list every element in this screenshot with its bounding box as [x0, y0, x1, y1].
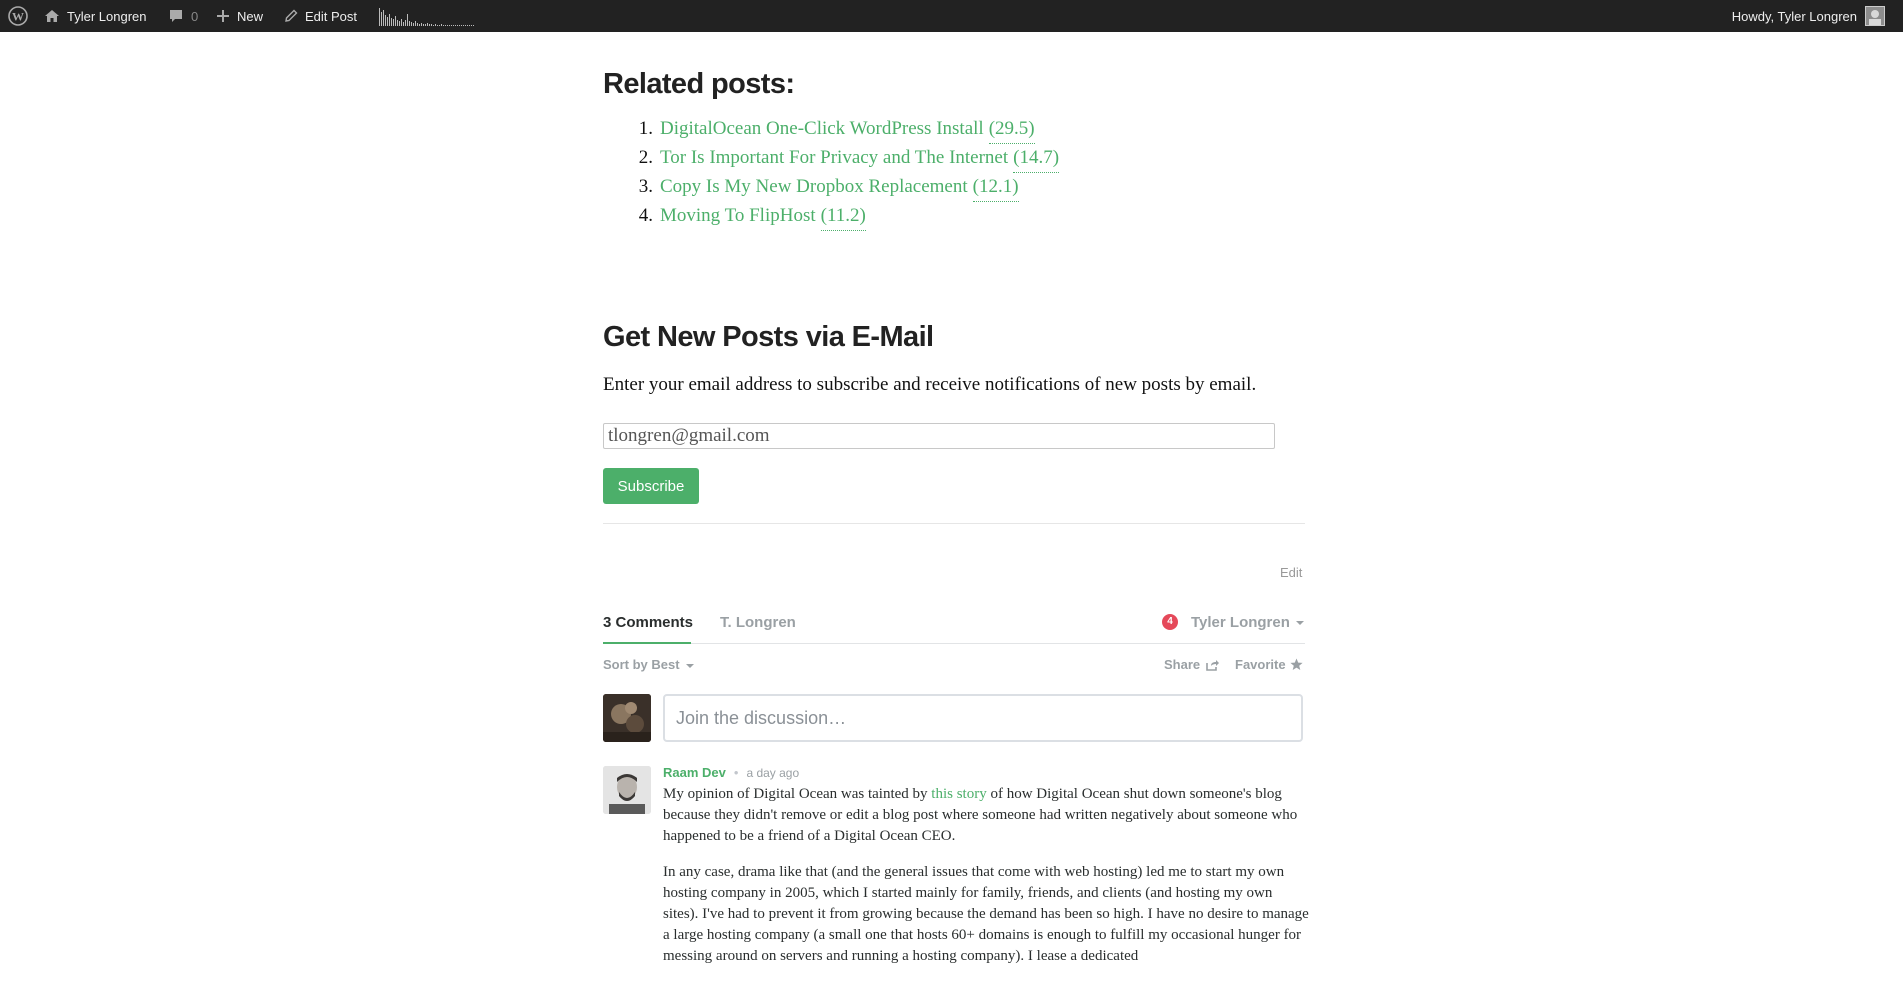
share-button[interactable]: Share — [1164, 657, 1220, 672]
new-label: New — [237, 8, 264, 24]
admin-avatar[interactable] — [1865, 6, 1885, 26]
related-score[interactable]: (14.7) — [1013, 144, 1060, 173]
story-link[interactable]: this story — [931, 786, 986, 802]
tab-comments[interactable]: 3 Comments — [603, 614, 693, 631]
tabs-divider — [603, 643, 1305, 644]
list-item: 2. Tor Is Important For Privacy and The … — [603, 144, 1305, 173]
comment-author-avatar[interactable] — [603, 766, 651, 814]
my-account-link[interactable]: Howdy, Tyler Longren — [1732, 0, 1857, 32]
related-score[interactable]: (11.2) — [820, 202, 866, 231]
comment-count: 0 — [191, 8, 199, 24]
comment-paragraph: In any case, drama like that (and the ge… — [663, 864, 1309, 964]
star-icon — [1289, 658, 1303, 670]
stats-sparkline-icon[interactable] — [379, 6, 475, 26]
comment-body: My opinion of Digital Ocean was tainted … — [663, 784, 1309, 982]
related-score[interactable]: (29.5) — [988, 115, 1035, 144]
chevron-down-icon — [1295, 621, 1304, 626]
related-score[interactable]: (12.1) — [972, 173, 1019, 202]
admin-bar: W Tyler Longren 0 New Edit Post Howdy, T… — [0, 0, 1903, 32]
subscribe-heading: Get New Posts via E-Mail — [603, 321, 934, 353]
list-item: 3. Copy Is My New Dropbox Replacement (1… — [603, 173, 1305, 202]
favorite-label: Favorite — [1235, 657, 1286, 672]
user-menu[interactable]: Tyler Longren — [1191, 614, 1304, 631]
related-posts-list: 1. DigitalOcean One-Click WordPress Inst… — [603, 115, 1305, 231]
home-icon — [45, 10, 59, 22]
subscribe-intro: Enter your email address to subscribe an… — [603, 374, 1257, 395]
howdy-text: Howdy, Tyler Longren — [1731, 8, 1857, 24]
site-name: Tyler Longren — [67, 8, 147, 24]
subscribe-button[interactable]: Subscribe — [603, 468, 699, 504]
comment-input[interactable]: Join the discussion… — [663, 694, 1303, 742]
plus-icon — [217, 10, 229, 22]
notification-badge[interactable]: 4 — [1162, 614, 1178, 630]
comment-paragraph: My opinion of Digital Ocean was tainted … — [663, 786, 1298, 844]
chevron-down-icon — [685, 663, 694, 668]
pencil-icon — [285, 9, 298, 22]
wordpress-logo-icon[interactable]: W — [8, 0, 28, 32]
related-post-link[interactable]: Copy Is My New Dropbox Replacement — [660, 173, 968, 202]
comment-author[interactable]: Raam Dev — [663, 765, 726, 780]
tab-community[interactable]: T. Longren — [720, 614, 796, 631]
edit-post-label: Edit Post — [305, 8, 358, 24]
avatar[interactable] — [603, 694, 651, 742]
related-posts-heading: Related posts: — [603, 68, 795, 100]
active-tab-indicator — [603, 642, 691, 644]
new-content-link[interactable]: New — [216, 0, 263, 32]
comment-meta: Raam Dev • a day ago — [663, 765, 799, 780]
meta-separator: • — [733, 765, 739, 780]
favorite-button[interactable]: Favorite — [1235, 657, 1303, 672]
sort-dropdown[interactable]: Sort by Best — [603, 657, 694, 672]
share-icon — [1206, 659, 1220, 671]
comments-link[interactable]: 0 — [168, 0, 198, 32]
comment-time[interactable]: a day ago — [746, 766, 799, 780]
divider — [603, 523, 1305, 524]
svg-text:W: W — [12, 10, 24, 24]
list-item: 1. DigitalOcean One-Click WordPress Inst… — [603, 115, 1305, 144]
list-item: 4. Moving To FlipHost (11.2) — [603, 202, 1305, 231]
related-post-link[interactable]: DigitalOcean One-Click WordPress Install — [660, 115, 984, 144]
site-name-link[interactable]: Tyler Longren — [44, 0, 147, 32]
share-label: Share — [1164, 657, 1201, 672]
edit-post-link[interactable]: Edit Post — [284, 0, 357, 32]
sort-label: Sort by Best — [603, 657, 680, 672]
related-post-link[interactable]: Moving To FlipHost — [660, 202, 816, 231]
user-name: Tyler Longren — [1191, 614, 1290, 631]
related-post-link[interactable]: Tor Is Important For Privacy and The Int… — [660, 144, 1008, 173]
comment-bubble-icon — [170, 10, 182, 22]
edit-link[interactable]: Edit — [1280, 565, 1302, 580]
email-field[interactable] — [603, 423, 1275, 449]
